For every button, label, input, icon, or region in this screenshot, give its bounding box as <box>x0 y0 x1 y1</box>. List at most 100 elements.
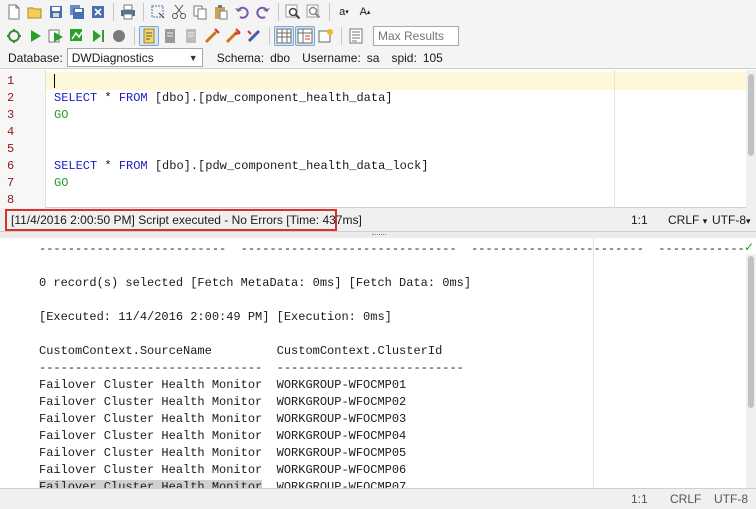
code-table: [dbo].[pdw_component_health_data] <box>147 91 393 105</box>
print-icon[interactable] <box>118 2 138 22</box>
result-row: Failover Cluster Health Monitor WORKGROU… <box>39 446 407 460</box>
main-toolbar: a ▾ A ▴ <box>0 0 756 24</box>
stop-icon[interactable] <box>109 26 129 46</box>
results-options-icon[interactable] <box>316 26 336 46</box>
results-in-text-icon[interactable] <box>295 25 315 46</box>
toolbar-separator <box>269 26 270 45</box>
records-summary: 0 record(s) selected [Fetch MetaData: 0m… <box>39 276 472 290</box>
database-value: DWDiagnostics <box>71 50 154 65</box>
username-value: sa <box>366 50 380 65</box>
uppercase-icon[interactable]: A ▴ <box>355 2 375 22</box>
redo-icon[interactable] <box>253 2 273 22</box>
uppercase-label: A <box>359 6 367 18</box>
schema-value: dbo <box>270 50 291 65</box>
result-row: Failover Cluster Health Monitor WORKGROU… <box>39 463 407 477</box>
results-pane[interactable]: -------------------------- -------------… <box>0 238 756 488</box>
save-icon[interactable] <box>46 2 66 22</box>
toolbar-separator <box>113 3 114 21</box>
editor-margin-line <box>614 70 615 208</box>
execute-current-icon[interactable] <box>46 26 66 46</box>
chevron-down-icon: ▾ <box>702 216 708 226</box>
editor-scrollbar[interactable] <box>746 70 756 208</box>
max-results-input[interactable] <box>373 25 459 46</box>
results-scrollbar-thumb[interactable] <box>748 256 754 408</box>
keyword-from: FROM <box>118 159 148 173</box>
cursor-position: 1:1 <box>631 213 648 227</box>
comment-icon[interactable] <box>244 26 264 46</box>
editor-scrollbar-thumb[interactable] <box>748 74 754 156</box>
spid-value: 105 <box>422 50 443 65</box>
editor-status-bar: [11/4/2016 2:00:50 PM] Script executed -… <box>0 208 756 232</box>
line-number: 7 <box>7 176 15 190</box>
cut-icon[interactable] <box>169 2 189 22</box>
results-status-bar: 1:1 CRLF UTF-8 <box>0 488 756 509</box>
new-file-icon[interactable] <box>4 2 24 22</box>
line-ending-value: CRLF <box>668 213 700 227</box>
open-folder-icon[interactable] <box>25 2 45 22</box>
keyword-select: SELECT <box>54 159 98 173</box>
compress-sql-icon[interactable] <box>223 26 243 46</box>
toolbar-separator <box>329 3 330 21</box>
replace-icon[interactable] <box>304 2 324 22</box>
save-all-icon[interactable] <box>67 2 87 22</box>
results-encoding: UTF-8 <box>714 492 748 506</box>
code-line-2: SELECT * FROM [dbo].[pdw_component_healt… <box>54 91 392 105</box>
line-number: 1 <box>7 74 15 88</box>
line-number: 8 <box>7 193 15 207</box>
encoding-select[interactable]: UTF-8▾ <box>712 213 751 227</box>
current-line-highlight <box>0 72 756 90</box>
text-caret <box>54 74 55 88</box>
execute-explain-icon[interactable] <box>67 26 87 46</box>
step-execute-icon[interactable] <box>88 26 108 46</box>
commit-icon[interactable] <box>160 26 180 46</box>
max-results-icon <box>346 26 366 46</box>
result-row-rest: WORKGROUP-WFOCMP07 <box>262 480 407 488</box>
results-margin-line <box>593 238 594 488</box>
schema-label: Schema: <box>216 50 265 65</box>
spid-info: spid: 105 <box>391 51 442 65</box>
connection-bar: Database: DWDiagnostics ▼ Schema: dbo Use… <box>0 47 756 69</box>
encoding-value: UTF-8 <box>712 213 746 227</box>
code-line-7: GO <box>54 176 69 190</box>
rollback-icon[interactable] <box>181 26 201 46</box>
close-icon[interactable] <box>88 2 108 22</box>
line-number: 3 <box>7 108 15 122</box>
code-line-3: GO <box>54 108 69 122</box>
result-row: Failover Cluster Health Monitor WORKGROU… <box>39 378 407 392</box>
undo-icon[interactable] <box>232 2 252 22</box>
line-number: 5 <box>7 142 15 156</box>
chevron-down-icon: ▾ <box>746 216 751 226</box>
username-info: Username: sa <box>302 51 379 65</box>
database-select[interactable]: DWDiagnostics ▼ <box>66 48 203 67</box>
copy-icon[interactable] <box>190 2 210 22</box>
line-number: 4 <box>7 125 15 139</box>
result-separator-line: -------------------------- -------------… <box>39 242 745 256</box>
toolbar-separator <box>341 26 342 45</box>
line-ending-select[interactable]: CRLF ▾ <box>668 213 707 227</box>
result-row: Failover Cluster Health Monitor WORKGROU… <box>39 395 407 409</box>
schema-info: Schema: dbo <box>217 51 290 65</box>
results-in-grid-icon[interactable] <box>274 25 294 46</box>
code-line-6: SELECT * FROM [dbo].[pdw_component_healt… <box>54 159 429 173</box>
execute-settings-icon[interactable] <box>4 26 24 46</box>
splitter-grip-icon[interactable] <box>372 234 386 236</box>
execute-icon[interactable] <box>25 26 45 46</box>
paste-icon[interactable] <box>211 2 231 22</box>
result-header-separator: ------------------------------- --------… <box>39 361 464 375</box>
check-icon: ✓ <box>743 240 754 254</box>
toolbar-separator <box>278 3 279 21</box>
query-toolbar <box>0 23 756 48</box>
find-icon[interactable] <box>283 2 303 22</box>
select-icon[interactable] <box>148 2 168 22</box>
code-star: * <box>97 91 119 105</box>
keyword-from: FROM <box>118 91 148 105</box>
auto-commit-icon[interactable] <box>139 25 159 46</box>
chevron-down-icon: ▼ <box>188 52 198 63</box>
results-scrollbar[interactable] <box>746 254 756 488</box>
format-sql-icon[interactable] <box>202 26 222 46</box>
sql-editor[interactable]: 1 2 3 4 5 6 7 8 SELECT * FROM [dbo].[pdw… <box>0 70 756 208</box>
line-number: 6 <box>7 159 15 173</box>
lowercase-icon[interactable]: a ▾ <box>334 2 354 22</box>
selected-text: Failover Cluster Health Monitor <box>39 480 263 488</box>
toolbar-separator <box>143 3 144 21</box>
